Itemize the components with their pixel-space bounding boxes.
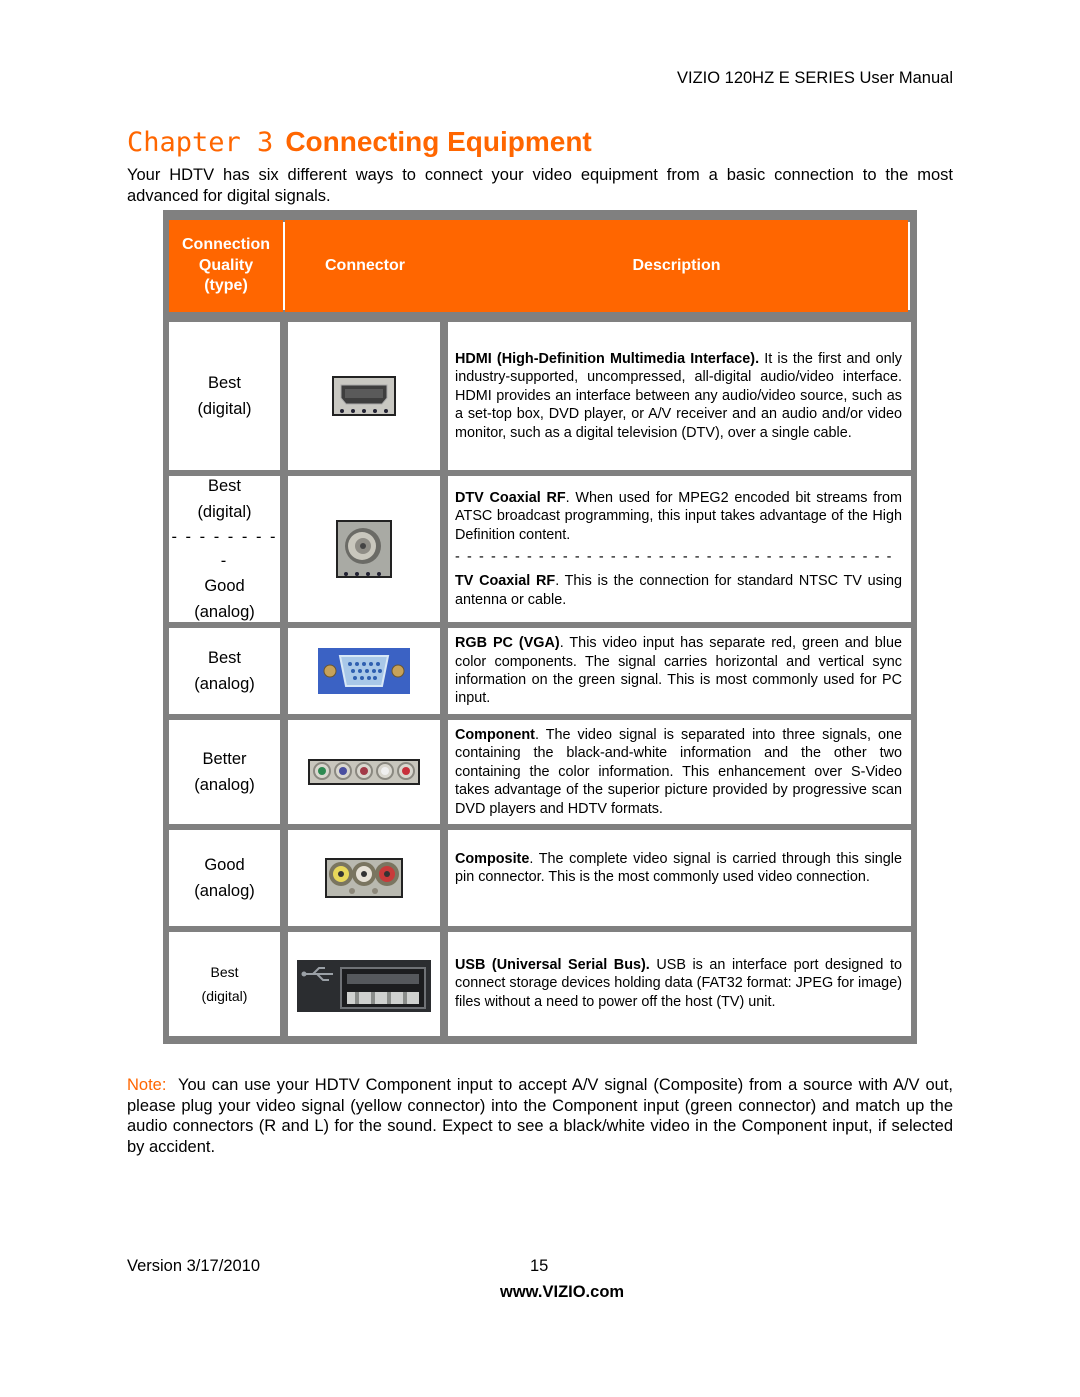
vga-port-icon — [318, 648, 410, 694]
description-text: TV Coaxial RF. This is the connection fo… — [455, 572, 902, 609]
page-number: 15 — [530, 1257, 549, 1275]
table-row-quality: Best (digital) — [169, 322, 280, 470]
component-ports-icon — [308, 759, 420, 785]
connector-name: DTV Coaxial RF — [455, 489, 566, 506]
table-row-connector — [288, 830, 440, 926]
table-row-description: Composite. The complete video signal is … — [448, 830, 911, 926]
table-row-description: USB (Universal Serial Bus). USB is an in… — [448, 932, 911, 1036]
description-text: RGB PC (VGA). This video input has separ… — [455, 634, 902, 708]
table-row-description: HDMI (High-Definition Multimedia Interfa… — [448, 322, 911, 470]
connector-name: Component — [455, 726, 535, 743]
note-label: Note: — [127, 1076, 167, 1094]
table-row-quality: Best (analog) — [169, 628, 280, 714]
connection-table: Connection Quality (type) Connector Desc… — [163, 210, 917, 1044]
quality-type: (digital) — [197, 503, 252, 521]
table-row-connector — [288, 322, 440, 470]
table-row-description: RGB PC (VGA). This video input has separ… — [448, 628, 911, 714]
header-quality-line: Connection — [182, 236, 270, 254]
connector-name: USB (Universal Serial Bus). — [455, 957, 650, 973]
description-text: Composite. The complete video signal is … — [455, 850, 902, 887]
table-row-description: DTV Coaxial RF. When used for MPEG2 enco… — [448, 476, 911, 622]
quality-level: Best — [207, 374, 242, 392]
quality-level: Best — [207, 649, 242, 667]
connector-name: HDMI (High-Definition Multimedia Interfa… — [455, 350, 760, 367]
footer-url[interactable]: www.VIZIO.com — [500, 1283, 624, 1302]
table-row-connector — [288, 932, 440, 1036]
quality-separator: - - - - - - - - - — [171, 528, 278, 570]
note-paragraph: Note: You can use your HDTV Component in… — [127, 1075, 953, 1157]
table-row-connector — [288, 720, 440, 824]
description-separator: - - - - - - - - - - - - - - - - - - - - … — [455, 549, 894, 565]
table-row-quality: Best (digital) - - - - - - - - - Good (a… — [169, 476, 280, 622]
quality-level: Best — [207, 477, 242, 495]
usb-port-icon — [297, 960, 431, 1012]
quality-level: Good — [204, 856, 245, 874]
header-divider — [908, 222, 910, 310]
note-text: You can use your HDTV Component input to… — [127, 1076, 958, 1156]
quality-level: Best — [210, 964, 239, 980]
quality-type: (analog) — [194, 603, 255, 621]
description-text: HDMI (High-Definition Multimedia Interfa… — [455, 350, 902, 442]
coaxial-rf-port-icon — [336, 520, 392, 578]
header-quality-line: (type) — [204, 277, 248, 295]
quality-type: (analog) — [194, 675, 255, 693]
connector-name: RGB PC (VGA) — [455, 635, 560, 652]
description-text: USB (Universal Serial Bus). USB is an in… — [455, 956, 902, 1011]
composite-ports-icon — [325, 858, 403, 898]
chapter-title: Connecting Equipment — [285, 126, 592, 157]
quality-level: Better — [202, 750, 247, 768]
description-text: DTV Coaxial RF. When used for MPEG2 enco… — [455, 489, 902, 544]
header-quality: Connection Quality (type) — [169, 220, 283, 312]
quality-type: (digital) — [201, 988, 248, 1004]
quality-type: (digital) — [197, 400, 252, 418]
table-row-quality: Best (digital) — [169, 932, 280, 1036]
quality-type: (analog) — [194, 776, 255, 794]
header-connector: Connector — [285, 220, 445, 312]
connector-name: Composite — [455, 851, 530, 867]
chapter-heading: Chapter 3 Connecting Equipment — [127, 126, 592, 158]
header-description: Description — [445, 220, 908, 312]
intro-paragraph: Your HDTV has six different ways to conn… — [127, 166, 953, 205]
header-quality-line: Quality — [198, 256, 254, 274]
quality-level: Good — [204, 577, 245, 595]
manual-title: VIZIO 120HZ E SERIES User Manual — [676, 69, 953, 87]
connector-name: TV Coaxial RF — [455, 573, 556, 590]
description-text: Component. The video signal is separated… — [455, 726, 902, 818]
table-row-connector — [288, 476, 440, 622]
quality-type: (analog) — [194, 882, 255, 900]
hdmi-port-icon — [332, 376, 396, 416]
table-row-connector — [288, 628, 440, 714]
chapter-label: Chapter 3 — [127, 127, 274, 158]
table-row-quality: Good (analog) — [169, 830, 280, 926]
table-row-description: Component. The video signal is separated… — [448, 720, 911, 824]
table-row-quality: Better (analog) — [169, 720, 280, 824]
footer-version: Version 3/17/2010 — [127, 1257, 261, 1275]
